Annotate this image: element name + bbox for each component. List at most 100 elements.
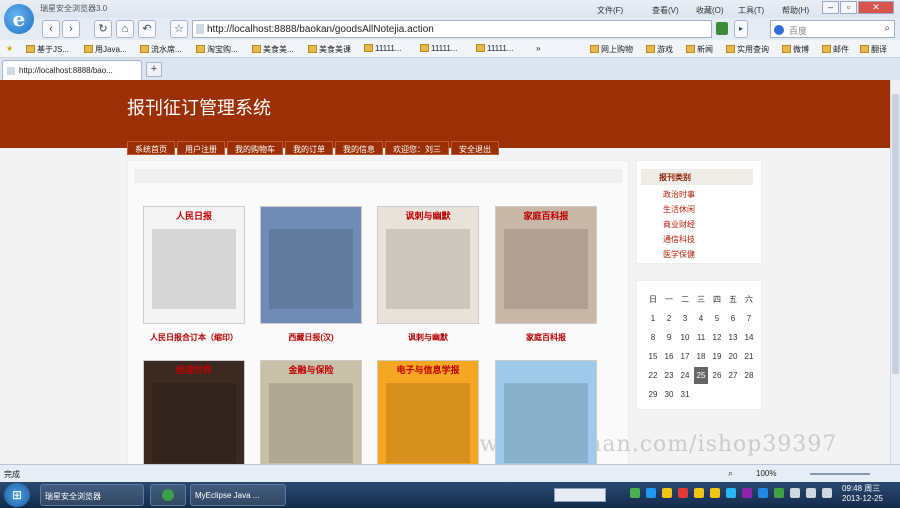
goods-cover-image[interactable]: 金融与保险 [260, 360, 362, 464]
shield-icon[interactable] [716, 22, 728, 35]
tray-icon[interactable] [726, 488, 736, 498]
tray-icon[interactable] [662, 488, 672, 498]
calendar-day[interactable]: 30 [662, 386, 676, 403]
calendar-day[interactable]: 2 [662, 310, 676, 327]
favorite-link[interactable]: 美食美... [252, 44, 294, 55]
goods-item[interactable] [491, 360, 601, 464]
address-url[interactable]: http://localhost:8888/baokan/goodsAllNot… [207, 24, 434, 35]
calendar-day[interactable]: 8 [646, 329, 660, 346]
tray-icon[interactable] [742, 488, 752, 498]
category-link[interactable]: 通信科技 [663, 234, 695, 249]
favorite-folder[interactable]: 11111... [364, 44, 402, 53]
tray-icon[interactable] [806, 488, 816, 498]
calendar-day[interactable]: 15 [646, 348, 660, 365]
calendar-day[interactable]: 29 [646, 386, 660, 403]
goods-item[interactable]: 金融与保险 [256, 360, 366, 464]
calendar-day[interactable]: 31 [678, 386, 692, 403]
goods-name-link[interactable]: 家庭百科报 [491, 332, 601, 343]
calendar-day[interactable]: 6 [726, 310, 740, 327]
page-scrollbar[interactable] [890, 80, 900, 464]
calendar-day[interactable]: 26 [710, 367, 724, 384]
nav-logout[interactable]: 安全退出 [451, 141, 499, 155]
nav-orders[interactable]: 我的订单 [285, 141, 333, 155]
go-button[interactable]: ▸ [734, 20, 748, 38]
quick-link[interactable]: 实用查询 [726, 44, 769, 55]
calendar-day[interactable]: 12 [710, 329, 724, 346]
category-link[interactable]: 生活休闲 [663, 204, 695, 219]
calendar-day[interactable]: 25 [694, 367, 708, 384]
calendar-day[interactable]: 17 [678, 348, 692, 365]
quick-link[interactable]: 游戏 [646, 44, 673, 55]
taskbar-clock[interactable]: 09:48 周三 2013-12-25 [842, 484, 883, 504]
minimize-button[interactable]: – [822, 1, 839, 14]
calendar-day[interactable]: 3 [678, 310, 692, 327]
goods-item[interactable]: 人民日报人民日报合订本（缩印） [139, 206, 249, 343]
menu-item-view[interactable]: 查看(V) [652, 5, 679, 16]
tray-icon[interactable] [630, 488, 640, 498]
nav-cart[interactable]: 我的购物车 [227, 141, 283, 155]
forward-button[interactable]: › [62, 20, 80, 38]
goods-name-link[interactable]: 人民日报合订本（缩印） [139, 332, 249, 343]
menu-item-help[interactable]: 帮助(H) [782, 5, 809, 16]
goods-item[interactable]: 经理世界 [139, 360, 249, 464]
taskbar-browser-task[interactable]: 瑞星安全浏览器 [40, 484, 144, 506]
home-button[interactable]: ⌂ [116, 20, 134, 38]
calendar-day[interactable]: 14 [742, 329, 756, 346]
calendar-day[interactable]: 4 [694, 310, 708, 327]
calendar-day[interactable]: 22 [646, 367, 660, 384]
calendar-day[interactable]: 10 [678, 329, 692, 346]
tray-icon[interactable] [694, 488, 704, 498]
favorite-link[interactable]: 淘宝购... [196, 44, 238, 55]
calendar-day[interactable]: 7 [742, 310, 756, 327]
favorite-star-icon[interactable]: ☆ [170, 20, 188, 38]
goods-cover-image[interactable] [260, 206, 362, 324]
calendar-day[interactable]: 19 [710, 348, 724, 365]
goods-cover-image[interactable]: 人民日报 [143, 206, 245, 324]
favorite-folder[interactable]: 11111... [476, 44, 514, 53]
goods-cover-image[interactable]: 经理世界 [143, 360, 245, 464]
category-link[interactable]: 医学保健 [663, 249, 695, 264]
goods-name-link[interactable]: 西藏日报(汉) [256, 332, 366, 343]
address-bar[interactable]: http://localhost:8888/baokan/goodsAllNot… [192, 20, 712, 38]
scrollbar-thumb[interactable] [892, 94, 899, 374]
calendar-day[interactable]: 20 [726, 348, 740, 365]
nav-my-info[interactable]: 我的信息 [335, 141, 383, 155]
calendar-day[interactable]: 5 [710, 310, 724, 327]
favorite-folder[interactable]: 11111... [420, 44, 458, 53]
calendar-day[interactable]: 21 [742, 348, 756, 365]
search-icon[interactable]: ⌕ [884, 23, 890, 34]
goods-cover-image[interactable] [495, 360, 597, 464]
undo-close-button[interactable]: ↶ [138, 20, 156, 38]
volume-icon[interactable] [822, 488, 832, 498]
goods-item[interactable]: 电子与信息学报 [373, 360, 483, 464]
maximize-button[interactable]: ▫ [840, 1, 857, 14]
calendar-day[interactable]: 23 [662, 367, 676, 384]
zoom-slider[interactable] [810, 473, 870, 475]
quick-link[interactable]: 微博 [782, 44, 809, 55]
tray-icon[interactable] [710, 488, 720, 498]
quick-link[interactable]: 网上购物 [590, 44, 633, 55]
category-link[interactable]: 商业财经 [663, 219, 695, 234]
favorite-link[interactable]: 流水席... [140, 44, 182, 55]
menu-item-tools[interactable]: 工具(T) [738, 5, 764, 16]
goods-item[interactable]: 家庭百科报 家庭百科报 [491, 206, 601, 343]
search-input[interactable]: 百度 ⌕ [770, 20, 895, 38]
nav-register[interactable]: 用户注册 [177, 141, 225, 155]
more-favorites-chevron-icon[interactable]: » [536, 44, 540, 53]
zoom-level[interactable]: 100% [756, 469, 776, 478]
quick-link[interactable]: 新闻 [686, 44, 713, 55]
close-window-button[interactable]: ✕ [858, 1, 894, 14]
favorites-star-icon[interactable]: ★ [6, 44, 13, 53]
taskbar-app-icon[interactable] [150, 484, 186, 506]
favorite-link[interactable]: 用Java... [84, 44, 127, 55]
nav-home[interactable]: 系统首页 [127, 141, 175, 155]
goods-cover-image[interactable]: 讽刺与幽默 [377, 206, 479, 324]
favorite-link[interactable]: 美食美课 [308, 44, 351, 55]
category-link[interactable]: 政治时事 [663, 189, 695, 204]
zoom-icon[interactable]: ⌕ [728, 468, 733, 479]
start-button[interactable]: ⊞ [4, 483, 30, 507]
tray-icon[interactable] [758, 488, 768, 498]
calendar-day[interactable]: 24 [678, 367, 692, 384]
taskbar-input-box[interactable] [554, 488, 606, 502]
new-tab-button[interactable]: + [146, 62, 162, 77]
